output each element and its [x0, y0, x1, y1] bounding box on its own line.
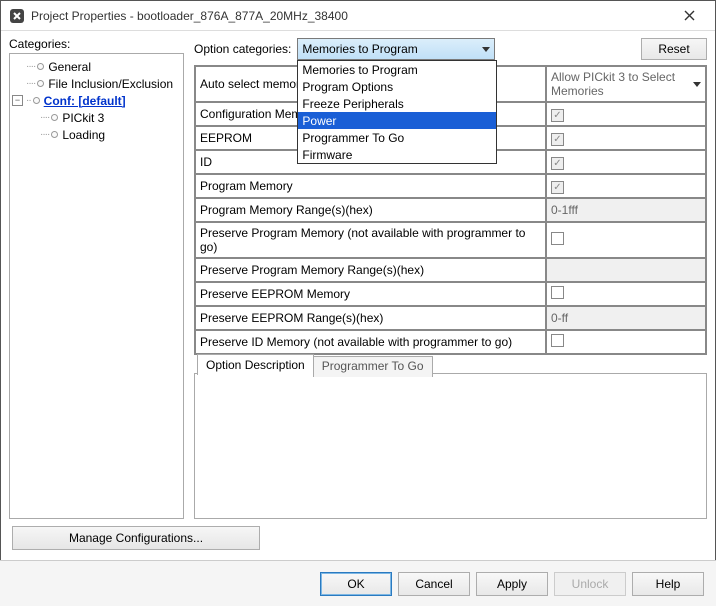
table-row: Preserve Program Memory Range(s)(hex) [195, 258, 706, 282]
option-label: Program Memory [195, 174, 546, 198]
categories-label: Categories: [9, 37, 184, 51]
table-row: Program Memory ✓ [195, 174, 706, 198]
dropdown-item[interactable]: Memories to Program [298, 61, 496, 78]
checkbox: ✓ [551, 133, 564, 146]
dropdown-item[interactable]: Freeze Peripherals [298, 95, 496, 112]
option-label: Preserve EEPROM Range(s)(hex) [195, 306, 546, 330]
option-label: Preserve Program Memory (not available w… [195, 222, 546, 258]
option-value[interactable] [546, 222, 706, 258]
table-row: Preserve EEPROM Memory [195, 282, 706, 306]
dropdown-item[interactable]: Power [298, 112, 496, 129]
option-value: ✓ [546, 174, 706, 198]
option-value: ✓ [546, 150, 706, 174]
checkbox[interactable] [551, 334, 564, 347]
tab-programmer-to-go[interactable]: Programmer To Go [313, 356, 433, 377]
checkbox[interactable] [551, 232, 564, 245]
option-categories-combo[interactable]: Memories to Program Memories to ProgramP… [297, 38, 495, 60]
option-categories-label: Option categories: [194, 42, 291, 56]
option-label: Preserve ID Memory (not available with p… [195, 330, 546, 354]
titlebar: Project Properties - bootloader_876A_877… [1, 1, 715, 31]
option-value: ✓ [546, 102, 706, 126]
description-panel: Option Description Programmer To Go [194, 373, 707, 519]
window-title: Project Properties - bootloader_876A_877… [31, 9, 669, 23]
option-categories-dropdown[interactable]: Memories to ProgramProgram OptionsFreeze… [297, 60, 497, 164]
app-icon [9, 8, 25, 24]
checkbox: ✓ [551, 181, 564, 194]
table-row: Program Memory Range(s)(hex)0-1fff [195, 198, 706, 222]
dropdown-item[interactable]: Programmer To Go [298, 129, 496, 146]
categories-tree: ···· General ···· File Inclusion/Exclusi… [9, 53, 184, 519]
tree-item-file-inclusion[interactable]: ···· File Inclusion/Exclusion [12, 75, 181, 92]
tab-option-description[interactable]: Option Description [197, 354, 314, 375]
tree-item-general[interactable]: ···· General [12, 58, 181, 75]
option-label: Preserve Program Memory Range(s)(hex) [195, 258, 546, 282]
table-row: Preserve Program Memory (not available w… [195, 222, 706, 258]
tree-item-loading[interactable]: ···· Loading [12, 126, 181, 143]
checkbox[interactable] [551, 286, 564, 299]
options-panel: Option categories: Memories to Program M… [184, 37, 707, 519]
option-value: ✓ [546, 126, 706, 150]
dropdown-item[interactable]: Program Options [298, 78, 496, 95]
chevron-down-icon [482, 47, 490, 52]
option-value[interactable] [546, 330, 706, 354]
close-button[interactable] [669, 2, 709, 30]
help-button[interactable]: Help [632, 572, 704, 596]
option-value[interactable]: Allow PICkit 3 to Select Memories [546, 66, 706, 102]
option-value: 0-1fff [546, 198, 706, 222]
checkbox: ✓ [551, 157, 564, 170]
option-value: 0-ff [546, 306, 706, 330]
option-label: Program Memory Range(s)(hex) [195, 198, 546, 222]
dropdown-item[interactable]: Firmware [298, 146, 496, 163]
option-value [546, 258, 706, 282]
table-row: Preserve EEPROM Range(s)(hex)0-ff [195, 306, 706, 330]
cancel-button[interactable]: Cancel [398, 572, 470, 596]
reset-button[interactable]: Reset [641, 38, 707, 60]
tree-item-pickit3[interactable]: ···· PICkit 3 [12, 109, 181, 126]
dialog-button-bar: OK Cancel Apply Unlock Help [0, 560, 716, 606]
manage-configurations-button[interactable]: Manage Configurations... [12, 526, 260, 550]
tree-collapse-icon[interactable]: − [12, 95, 23, 106]
option-value[interactable] [546, 282, 706, 306]
checkbox: ✓ [551, 109, 564, 122]
option-label: Preserve EEPROM Memory [195, 282, 546, 306]
unlock-button: Unlock [554, 572, 626, 596]
chevron-down-icon [693, 82, 701, 87]
ok-button[interactable]: OK [320, 572, 392, 596]
apply-button[interactable]: Apply [476, 572, 548, 596]
table-row: Preserve ID Memory (not available with p… [195, 330, 706, 354]
tree-item-conf-default[interactable]: − ·· Conf: [default] [12, 92, 181, 109]
